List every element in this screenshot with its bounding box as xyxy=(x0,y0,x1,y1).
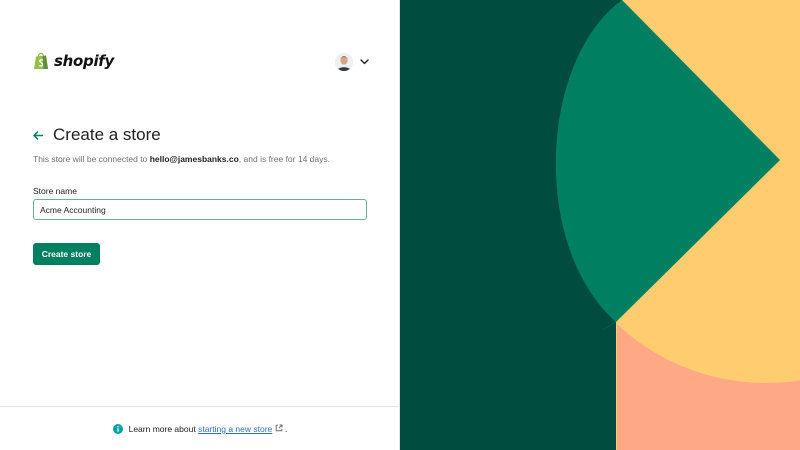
help-text: Learn more about starting a new store . xyxy=(129,424,288,434)
account-menu[interactable] xyxy=(335,53,369,71)
create-store-button[interactable]: Create store xyxy=(33,243,100,265)
subtitle-suffix: , and is free for 14 days. xyxy=(238,154,330,164)
brand-name: shopify xyxy=(54,51,114,70)
arrow-left-icon[interactable] xyxy=(33,130,43,140)
page-header: Create a store xyxy=(33,125,161,145)
shopify-logo: shopify xyxy=(33,51,114,70)
starting-new-store-link[interactable]: starting a new store xyxy=(198,424,272,434)
chevron-down-icon[interactable] xyxy=(360,59,369,65)
help-text-prefix: Learn more about xyxy=(128,423,196,434)
footer-help: Learn more about starting a new store . xyxy=(0,406,400,450)
starting-new-store-link-label: starting a new store xyxy=(198,423,273,434)
decorative-illustration xyxy=(400,0,800,450)
account-email: hello@jamesbanks.co xyxy=(149,154,239,164)
page-title: Create a store xyxy=(53,125,161,144)
page-subtitle: This store will be connected to hello@ja… xyxy=(33,154,330,164)
subtitle-prefix: This store will be connected to xyxy=(33,154,148,164)
help-text-suffix: . xyxy=(285,423,288,434)
shopping-bag-icon xyxy=(34,52,48,69)
external-link-icon[interactable] xyxy=(275,424,283,432)
store-setup-panel: shopify Create a store This store will b… xyxy=(0,0,400,450)
back-button[interactable] xyxy=(33,130,43,140)
info-icon xyxy=(112,423,123,434)
store-name-label: Store name xyxy=(33,186,77,196)
user-avatar[interactable] xyxy=(335,53,353,71)
store-name-input[interactable] xyxy=(33,199,367,220)
